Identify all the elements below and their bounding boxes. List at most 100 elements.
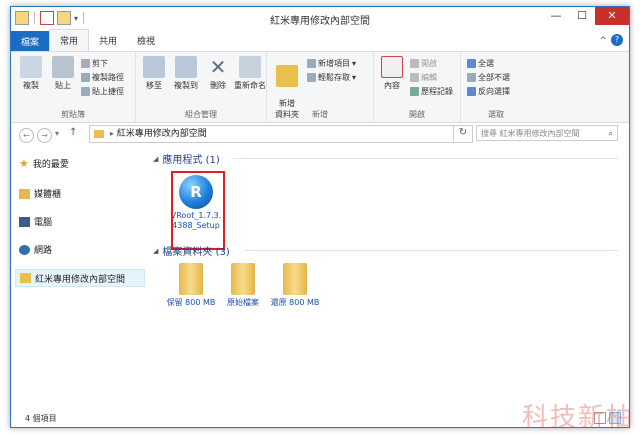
move-icon: [143, 56, 165, 78]
address-bar-row: ← → ▾ ↑ ▸ 紅米專用修改內部空間 ↻ 搜尋 紅米專用修改內部空間 ⌕: [11, 122, 629, 146]
folder-item[interactable]: 還原 800 MB: [269, 263, 321, 308]
tab-home[interactable]: 常用: [49, 29, 90, 51]
search-icon[interactable]: ⌕: [609, 126, 613, 142]
maximize-button[interactable]: ☐: [569, 7, 595, 25]
address-input[interactable]: ▸ 紅米專用修改內部空間: [89, 125, 473, 143]
search-input[interactable]: 搜尋 紅米專用修改內部空間 ⌕: [476, 125, 618, 141]
new-folder-icon: [276, 65, 298, 87]
group-label: 開啟: [409, 110, 425, 119]
explorer-window: ▾ 紅米專用修改內部空間 — ☐ ✕ 檔案 常用 共用 檢視 ^ ? 複製 貼上…: [10, 6, 630, 428]
paste-shortcut-icon: [81, 87, 90, 96]
new-group: 新增 資料夾 新增項目 ▾ 輕鬆存取 ▾ 新增: [267, 52, 374, 122]
history-icon: [410, 87, 419, 96]
paste-button[interactable]: 貼上: [47, 56, 79, 91]
navigation-pane: ★ 我的最愛 媒體櫃 電腦 網路 紅米專用修改內部空間: [11, 147, 145, 409]
paste-shortcut-button[interactable]: 貼上捷徑: [81, 86, 124, 97]
copy-to-icon: [175, 56, 197, 78]
file-name: 原始檔案: [227, 298, 259, 307]
collapse-ribbon-icon[interactable]: ^: [599, 36, 607, 46]
cut-button[interactable]: 剪下: [81, 58, 108, 69]
title-bar: ▾ 紅米專用修改內部空間 — ☐ ✕: [11, 7, 629, 31]
tab-file[interactable]: 檔案: [11, 31, 50, 51]
new-item-button[interactable]: 新增項目 ▾: [307, 58, 356, 69]
file-name: 保留 800 MB: [166, 298, 216, 307]
folder-icon: [20, 273, 31, 283]
rename-icon: [239, 56, 261, 78]
easy-access-icon: [307, 73, 316, 82]
folder-icon: [231, 263, 255, 295]
copy-button[interactable]: 複製: [15, 56, 47, 91]
select-none-button[interactable]: 全部不選: [467, 72, 510, 83]
network-icon: [19, 244, 30, 255]
folder-icon: [283, 263, 307, 295]
paste-icon: [52, 56, 74, 78]
new-item-icon: [307, 59, 316, 68]
open-button[interactable]: 開啟: [410, 58, 437, 69]
delete-icon: ✕: [209, 55, 227, 79]
sidebar-item-favorites[interactable]: ★ 我的最愛: [19, 157, 69, 170]
group-label: 選取: [488, 110, 504, 119]
folder-icon: [94, 129, 104, 138]
file-name: 還原 800 MB: [270, 298, 320, 307]
close-button[interactable]: ✕: [595, 7, 629, 25]
move-to-button[interactable]: 移至: [138, 56, 170, 91]
open-icon: [410, 59, 419, 68]
library-icon: [19, 188, 30, 199]
group-label: 組合管理: [185, 110, 217, 119]
tab-view[interactable]: 檢視: [127, 30, 165, 51]
watermark: 科技新柚: [521, 403, 634, 433]
group-label: 新增: [312, 110, 328, 119]
properties-icon: [381, 56, 403, 78]
recent-locations-icon[interactable]: ▾: [55, 129, 59, 138]
collapse-arrow-icon[interactable]: ◢: [153, 247, 158, 255]
open-group: 內容 開啟 編輯 歷程記錄 開啟: [374, 52, 461, 122]
delete-button[interactable]: ✕ 刪除: [202, 56, 234, 91]
sidebar-item-network[interactable]: 網路: [19, 243, 52, 256]
history-button[interactable]: 歷程記錄: [410, 86, 453, 97]
window-controls: — ☐ ✕: [543, 7, 629, 25]
minimize-button[interactable]: —: [543, 7, 569, 25]
breadcrumb-chevron-icon[interactable]: ▸: [110, 129, 114, 138]
copy-to-button[interactable]: 複製到: [170, 56, 202, 91]
up-button[interactable]: ↑: [69, 127, 77, 138]
copy-path-button[interactable]: 複製路徑: [81, 72, 124, 83]
chevron-down-icon: ▾: [352, 59, 357, 68]
properties-button[interactable]: 內容: [376, 56, 408, 91]
group-label: 剪貼簿: [61, 110, 85, 119]
clipboard-group: 複製 貼上 剪下 複製路徑 貼上捷徑 剪貼簿: [11, 52, 136, 122]
folder-item[interactable]: 原始檔案: [217, 263, 269, 308]
edit-button[interactable]: 編輯: [410, 72, 437, 83]
group-header-apps[interactable]: ◢ 應用程式 (1): [153, 151, 220, 167]
sidebar-item-computer[interactable]: 電腦: [19, 215, 52, 228]
folder-icon: [179, 263, 203, 295]
sidebar-item-current-folder[interactable]: 紅米專用修改內部空間: [15, 269, 145, 287]
group-header-folders[interactable]: ◢ 檔案資料夾 (3): [153, 243, 230, 259]
folder-item[interactable]: 保留 800 MB: [165, 263, 217, 308]
select-all-button[interactable]: 全選: [467, 58, 494, 69]
collapse-arrow-icon[interactable]: ◢: [153, 155, 158, 163]
edit-icon: [410, 73, 419, 82]
back-button[interactable]: ←: [19, 128, 34, 143]
easy-access-button[interactable]: 輕鬆存取 ▾: [307, 72, 356, 83]
tab-share[interactable]: 共用: [89, 30, 127, 51]
copy-icon: [20, 56, 42, 78]
item-count: 4 個項目: [25, 414, 57, 423]
select-group: 全選 全部不選 反向選擇 選取: [461, 52, 531, 122]
refresh-button[interactable]: ↻: [453, 125, 472, 141]
sidebar-item-libraries[interactable]: 媒體櫃: [19, 187, 61, 200]
chevron-down-icon: ▾: [352, 73, 357, 82]
select-all-icon: [467, 59, 476, 68]
organize-group: 移至 複製到 ✕ 刪除 重新命名 組合管理: [136, 52, 267, 122]
rename-button[interactable]: 重新命名: [232, 56, 268, 91]
invert-selection-button[interactable]: 反向選擇: [467, 86, 510, 97]
select-none-icon: [467, 73, 476, 82]
forward-button[interactable]: →: [37, 128, 52, 143]
window-title: 紅米專用修改內部空間: [270, 16, 370, 27]
copy-path-icon: [81, 73, 90, 82]
ribbon-tabs: 檔案 常用 共用 檢視: [11, 29, 629, 51]
divider: [233, 158, 618, 159]
breadcrumb[interactable]: 紅米專用修改內部空間: [117, 129, 207, 139]
help-icon[interactable]: ?: [611, 34, 623, 46]
divider: [245, 250, 618, 251]
star-icon: ★: [19, 157, 29, 170]
